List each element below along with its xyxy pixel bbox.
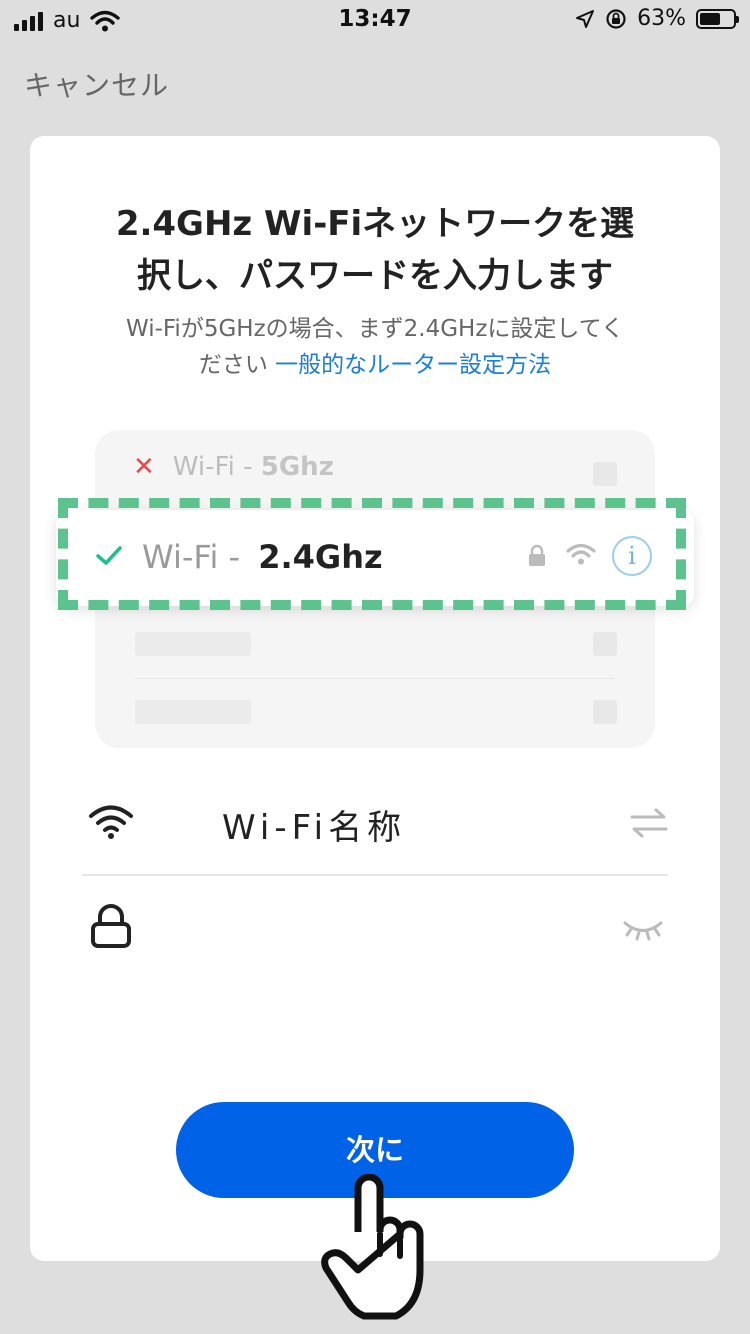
network-5ghz-label: Wi-Fi - 5Ghz [173,452,334,482]
wifi-name-field[interactable]: Wi-Fi名称 [82,788,668,876]
title-line-1: 2.4GHz Wi-Fiネットワークを選 [115,204,635,244]
orientation-lock-icon [606,8,626,29]
subtitle: Wi-Fiが5GHzの場合、まず2.4GHzに設定してく ださい 一般的なルータ… [70,311,680,383]
wifi-icon [89,805,133,839]
cancel-button[interactable]: キャンセル [24,64,169,104]
title-line-2: 択し、パスワードを入力します [137,256,613,296]
battery-percent: 63% [637,6,686,31]
wifi-name-input[interactable]: Wi-Fi名称 [210,800,419,849]
cross-icon: ✕ [133,452,155,482]
network-5ghz-prefix: Wi-Fi - [172,452,261,482]
placeholder-icon [593,700,617,724]
pointing-hand-icon [321,1174,424,1320]
battery-icon [696,8,739,29]
placeholder-bar [135,700,251,724]
swap-icon[interactable] [630,808,668,838]
field-divider [82,874,668,876]
subtitle-line-2: ださい 一般的なルーター設定方法 [70,347,680,383]
wifi-setup-card: 2.4GHz Wi-Fiネットワークを選 択し、パスワードを入力します Wi-F… [30,136,720,1261]
placeholder-icon [593,632,617,656]
password-field[interactable] [82,896,668,956]
subtitle-line-1: Wi-Fiが5GHzの場合、まず2.4GHzに設定してく [125,316,625,342]
placeholder-bar [135,632,251,656]
router-guide-link[interactable]: 一般的なルーター設定方法 [275,352,551,378]
lock-icon [91,904,131,948]
subtitle-text: ださい [198,352,268,378]
status-bar: au 13:47 63% [0,0,750,40]
highlight-box [58,498,686,610]
placeholder-icon [593,462,617,486]
network-5ghz-band: 5Ghz [260,452,334,482]
page-title: 2.4GHz Wi-Fiネットワークを選 択し、パスワードを入力します [30,198,720,302]
network-row-5ghz: ✕ Wi-Fi - 5Ghz [133,452,334,482]
location-arrow-icon [576,9,595,28]
eye-closed-icon[interactable] [622,918,664,942]
placeholder-divider [135,678,615,679]
